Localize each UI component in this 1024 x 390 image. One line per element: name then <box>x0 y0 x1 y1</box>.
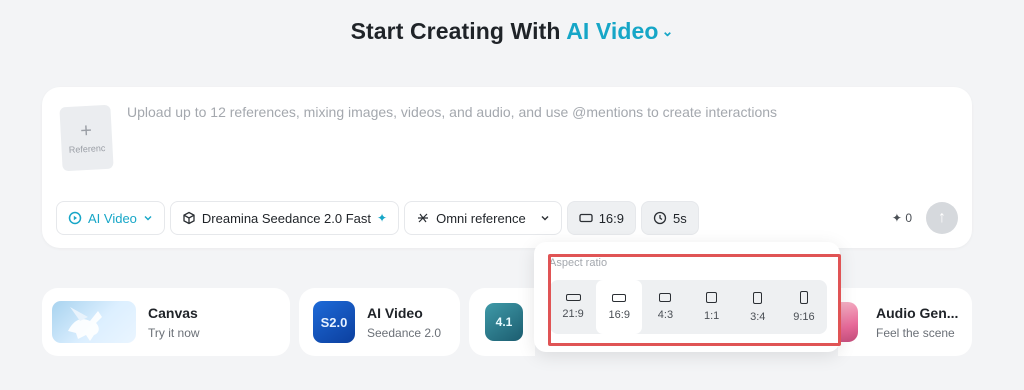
page-headline: Start Creating With AI Video ⌄ <box>0 18 1024 45</box>
model-thumbnail: 4.1 <box>485 303 523 341</box>
ratio-label: 16:9 <box>608 308 630 321</box>
arrow-up-icon: ↑ <box>938 209 946 226</box>
aspect-ratio-options: 21:9 16:9 4:3 1:1 3:4 9:16 <box>550 280 827 334</box>
ratio-option-3-4[interactable]: 3:4 <box>735 280 781 334</box>
card-title: Audio Gen... <box>876 304 959 321</box>
canvas-card[interactable]: Canvas Try it now <box>42 288 290 356</box>
ai-video-card[interactable]: S2.0 AI Video Seedance 2.0 <box>299 288 460 356</box>
credit-counter: ✦ 0 <box>892 211 912 225</box>
model-card[interactable]: 4.1 <box>469 288 535 356</box>
thumbnail-text: 4.1 <box>495 315 513 329</box>
add-reference-button[interactable]: + Referenc <box>59 104 114 172</box>
sparkle-icon: ✦ <box>891 211 902 225</box>
ratio-option-9-16[interactable]: 9:16 <box>781 280 827 334</box>
model-selector[interactable]: Dreamina Seedance 2.0 Fast ✦ <box>169 201 400 235</box>
reference-label: Referenc <box>68 143 106 155</box>
prompt-composer: + Referenc AI Video Dreamina Seedance 2.… <box>42 87 972 248</box>
video-mode-icon <box>68 211 82 225</box>
ratio-option-1-1[interactable]: 1:1 <box>689 280 735 334</box>
mode-switcher[interactable]: AI Video ⌄ <box>566 18 673 44</box>
submit-button[interactable]: ↑ <box>926 202 958 234</box>
cube-icon <box>183 211 195 225</box>
reference-mode-label: Omni reference <box>436 210 526 226</box>
aspect-ratio-button[interactable]: 16:9 <box>566 201 636 235</box>
card-subtitle: Feel the scene <box>876 325 955 340</box>
ratio-label: 21:9 <box>562 308 584 320</box>
card-subtitle: Seedance 2.0 <box>367 325 442 340</box>
credit-value: 0 <box>905 211 912 225</box>
composer-toolbar: AI Video Dreamina Seedance 2.0 Fast ✦ Om… <box>56 201 699 235</box>
ratio-option-4-3[interactable]: 4:3 <box>642 280 688 334</box>
popover-title: Aspect ratio <box>549 257 608 269</box>
chevron-down-icon <box>541 216 549 221</box>
ratio-9-16-icon <box>799 291 808 304</box>
ratio-option-16-9[interactable]: 16:9 <box>596 280 643 334</box>
chevron-down-icon: ⌄ <box>661 23 674 39</box>
aspect-ratio-label: 16:9 <box>598 210 624 226</box>
sparkle-icon: ✦ <box>377 211 388 225</box>
ratio-label: 9:16 <box>793 311 815 323</box>
ratio-16-9-icon <box>612 293 627 302</box>
ratio-option-21-9[interactable]: 21:9 <box>550 280 596 334</box>
ratio-4-3-icon <box>659 293 672 302</box>
prompt-input[interactable] <box>127 104 927 120</box>
ratio-label: 4:3 <box>657 309 674 321</box>
duration-label: 5s <box>673 210 687 226</box>
canvas-thumbnail <box>52 301 136 343</box>
headline-accent: AI Video <box>566 18 659 44</box>
seedance-thumbnail: S2.0 <box>313 301 355 343</box>
plus-icon: + <box>79 119 93 143</box>
ratio-1-1-icon <box>706 292 718 303</box>
thumbnail-text: S2.0 <box>320 314 348 330</box>
aspect-ratio-popover: Aspect ratio 21:9 16:9 4:3 1:1 3:4 9:16 <box>534 242 840 352</box>
audio-thumbnail <box>838 302 858 342</box>
pegasus-icon <box>68 307 102 341</box>
model-label: Dreamina Seedance 2.0 Fast <box>201 210 372 226</box>
card-title: AI Video <box>367 304 423 321</box>
magic-wand-icon <box>418 213 429 223</box>
mode-label: AI Video <box>88 210 137 226</box>
mode-dropdown[interactable]: AI Video <box>56 201 165 235</box>
duration-button[interactable]: 5s <box>641 201 699 235</box>
card-title: Canvas <box>148 304 198 321</box>
audio-gen-card[interactable]: Audio Gen... Feel the scene <box>838 288 972 356</box>
aspect-ratio-icon <box>579 213 593 223</box>
ratio-3-4-icon <box>753 291 763 304</box>
clock-icon <box>653 211 667 225</box>
reference-mode-dropdown[interactable]: Omni reference <box>404 201 562 235</box>
card-subtitle: Try it now <box>148 325 200 340</box>
ratio-21-9-icon <box>565 294 581 301</box>
ratio-label: 3:4 <box>750 310 766 323</box>
headline-prefix: Start Creating With <box>350 18 561 44</box>
ratio-label: 1:1 <box>703 310 720 322</box>
chevron-down-icon <box>144 216 152 221</box>
